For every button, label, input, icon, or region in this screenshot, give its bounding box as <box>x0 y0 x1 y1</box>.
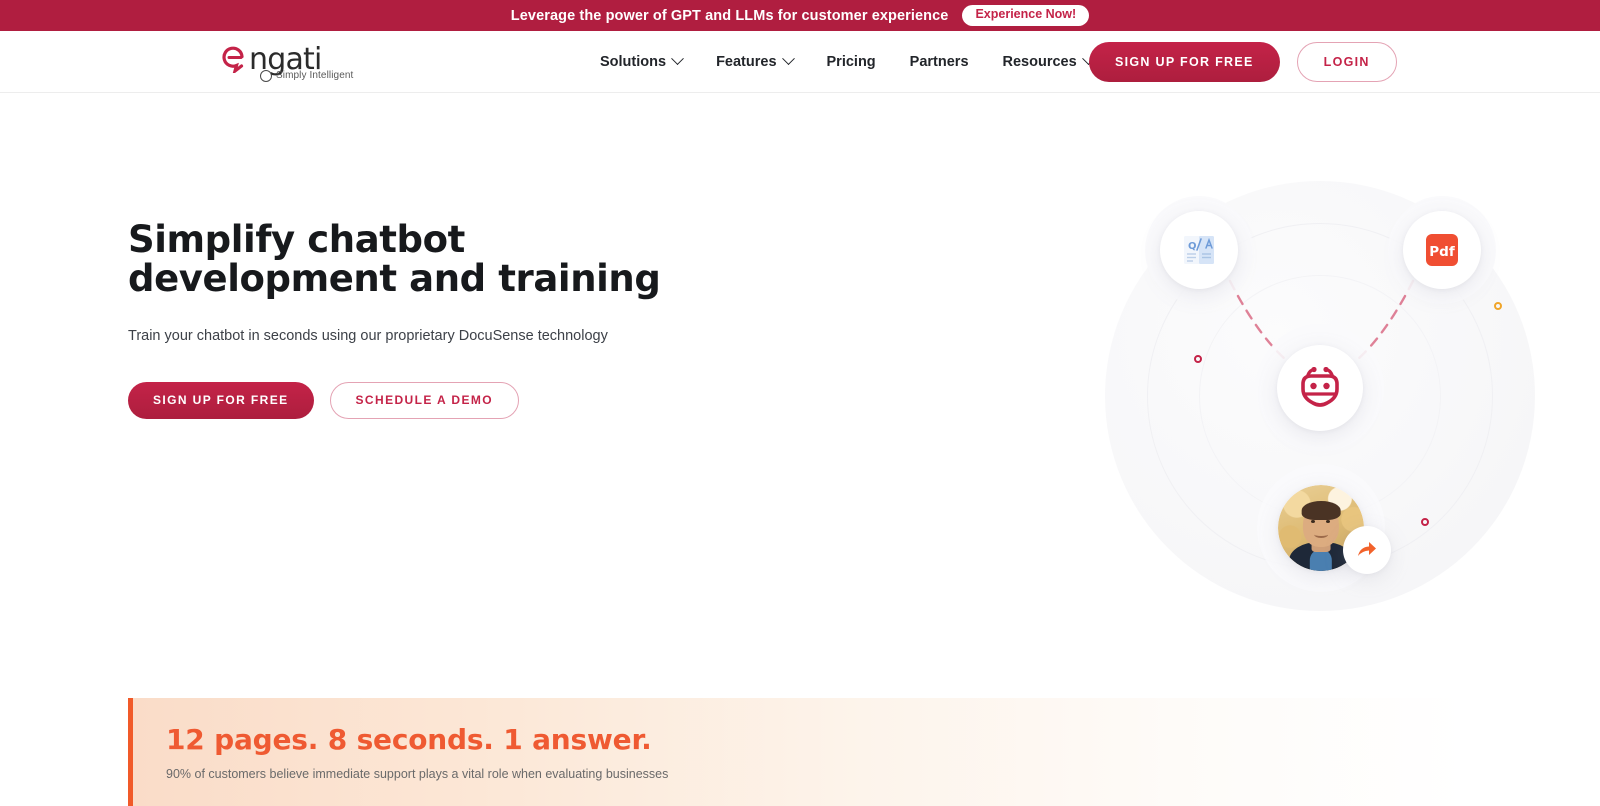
nav-label-pricing: Pricing <box>826 53 876 70</box>
nav-label-resources: Resources <box>1002 53 1077 70</box>
nav-item-features[interactable]: Features <box>716 52 795 70</box>
nav-label-partners: Partners <box>909 53 969 70</box>
promo-banner-text: Leverage the power of GPT and LLMs for c… <box>510 7 949 24</box>
decorative-dot-amber <box>1494 302 1502 310</box>
hero-cta-group: SIGN UP FOR FREE SCHEDULE A DEMO <box>128 381 728 419</box>
stat-banner-accent-bar <box>128 698 133 806</box>
svg-text:Pdf: Pdf <box>1429 244 1455 260</box>
stat-banner-subtext: 90% of customers believe immediate suppo… <box>166 767 669 781</box>
nav-label-solutions: Solutions <box>600 53 667 70</box>
engati-e-icon <box>222 46 248 73</box>
nav-item-solutions[interactable]: Solutions <box>600 52 684 70</box>
share-icon <box>1358 542 1376 556</box>
avatar-shirt <box>1309 550 1333 571</box>
hero-title: Simplify chatbot development and trainin… <box>128 218 661 300</box>
hero-copy: Simplify chatbot development and trainin… <box>128 218 728 419</box>
pdf-file-icon: Pdf <box>1426 234 1458 266</box>
header-signup-button[interactable]: SIGN UP FOR FREE <box>1089 41 1280 82</box>
logo-circle-icon <box>260 69 272 82</box>
decorative-dot-crimson-right <box>1421 518 1429 526</box>
qa-document-node[interactable]: Q <box>1160 211 1238 289</box>
avatar-hair <box>1301 501 1341 521</box>
nav-label-features: Features <box>716 53 777 70</box>
nav-item-pricing[interactable]: Pricing <box>827 54 876 70</box>
nav-item-resources[interactable]: Resources <box>1002 52 1095 70</box>
logo-tagline: Simply Intelligent <box>276 70 354 81</box>
logo-tagline-row: Simply Intelligent <box>260 69 354 82</box>
logo-main-row: ngati <box>222 44 322 74</box>
chatbot-node[interactable] <box>1277 345 1363 431</box>
hero-section: Simplify chatbot development and trainin… <box>0 93 1600 613</box>
hero-illustration: Q Pdf <box>1095 171 1555 631</box>
experience-now-button[interactable]: Experience Now! <box>962 5 1090 26</box>
promo-banner: Leverage the power of GPT and LLMs for c… <box>0 0 1600 31</box>
hero-signup-button[interactable]: SIGN UP FOR FREE <box>128 381 314 419</box>
engati-logo[interactable]: ngati Simply Intelligent <box>222 44 354 82</box>
share-node[interactable] <box>1343 526 1391 574</box>
chevron-down-icon <box>671 52 684 66</box>
chatbot-icon <box>1301 367 1339 407</box>
pdf-file-node[interactable]: Pdf <box>1403 211 1481 289</box>
qa-document-icon: Q <box>1184 236 1214 264</box>
svg-text:Q: Q <box>1188 241 1197 252</box>
hero-demo-button[interactable]: SCHEDULE A DEMO <box>329 381 519 419</box>
header-login-button[interactable]: LOGIN <box>1296 41 1397 82</box>
stat-banner: 12 pages. 8 seconds. 1 answer. 90% of cu… <box>128 698 1466 806</box>
avatar-smile <box>1314 531 1328 539</box>
nav-item-partners[interactable]: Partners <box>910 54 969 70</box>
decorative-dot-crimson-left <box>1194 355 1202 363</box>
stat-banner-headline: 12 pages. 8 seconds. 1 answer. <box>166 723 652 756</box>
header-actions: SIGN UP FOR FREE LOGIN <box>1089 41 1397 82</box>
hero-subtitle: Train your chatbot in seconds using our … <box>128 327 608 344</box>
site-header: ngati Simply Intelligent Solutions Featu… <box>0 31 1600 93</box>
main-navigation: Solutions Features Pricing Partners Reso… <box>600 52 1095 70</box>
chevron-down-icon <box>781 52 795 66</box>
